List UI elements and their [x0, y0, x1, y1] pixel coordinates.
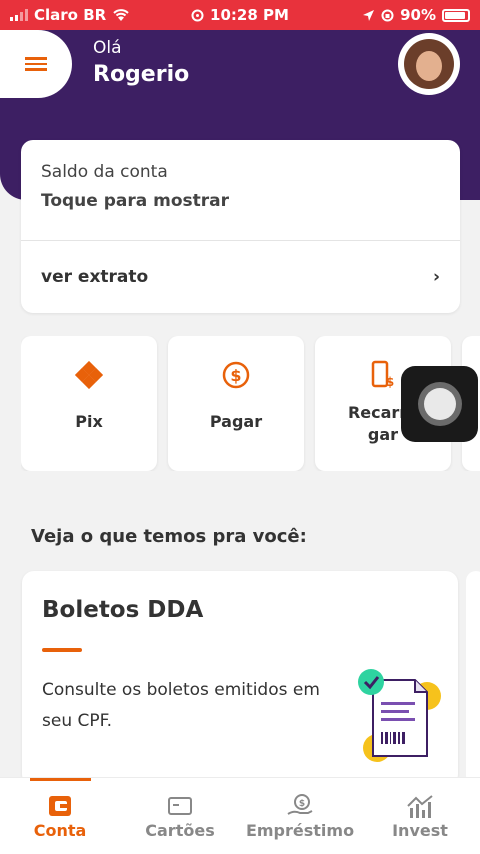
- username: Rogerio: [93, 62, 190, 87]
- show-balance-button[interactable]: Toque para mostrar: [41, 191, 229, 211]
- tab-conta[interactable]: Conta: [10, 778, 110, 854]
- document-check-icon: [358, 669, 441, 762]
- promo-description: Consulte os boletos emitidos em seu CPF.: [42, 680, 320, 731]
- svg-text:$: $: [386, 375, 394, 389]
- pay-label: Pagar: [209, 412, 263, 431]
- carrier-label: Claro BR: [34, 6, 107, 24]
- wifi-icon: [113, 9, 129, 21]
- section-title: Veja o que temos pra você:: [31, 526, 307, 547]
- card-icon: [130, 794, 230, 818]
- menu-button[interactable]: [0, 30, 72, 98]
- dollar-circle-icon: $: [168, 360, 304, 390]
- battery-icon: [442, 8, 470, 22]
- avatar[interactable]: [398, 33, 460, 95]
- location-icon: [363, 9, 375, 21]
- next-promo-card[interactable]: [466, 571, 480, 786]
- balance-label: Saldo da conta: [41, 162, 168, 182]
- greeting: Olá: [93, 38, 122, 58]
- pix-label: Pix: [75, 412, 103, 431]
- promo-card-boletos-dda[interactable]: Boletos DDA Consulte os boletos emitidos…: [22, 571, 458, 786]
- tab-conta-label: Conta: [33, 821, 87, 840]
- wallet-icon: [10, 794, 110, 818]
- statement-link-label: ver extrato: [41, 267, 149, 287]
- battery-percent: 90%: [400, 6, 436, 24]
- chevron-right-icon: ›: [432, 267, 440, 287]
- tab-invest-label: Invest: [392, 821, 448, 840]
- tab-invest[interactable]: Invest: [370, 778, 470, 854]
- loan-icon: $: [240, 794, 360, 818]
- promo-title: Boletos DDA: [42, 597, 204, 623]
- alarm-icon: [191, 9, 204, 21]
- status-bar: Claro BR 10:28 PM 90%: [0, 0, 480, 30]
- svg-text:$: $: [230, 366, 241, 385]
- statement-link[interactable]: ver extrato ›: [21, 241, 460, 313]
- balance-card: Saldo da conta Toque para mostrar ver ex…: [21, 140, 460, 313]
- pay-button[interactable]: $ Pagar: [168, 336, 304, 471]
- svg-text:$: $: [299, 799, 305, 809]
- bottom-tab-bar: Conta Cartões $ Empréstimo Invest: [0, 777, 480, 854]
- clock: 10:28 PM: [210, 6, 289, 24]
- pix-icon: [21, 360, 157, 390]
- tab-emprestimo[interactable]: $ Empréstimo: [240, 778, 360, 854]
- promo-accent-bar: [42, 648, 82, 652]
- tab-cartoes-label: Cartões: [145, 821, 215, 840]
- assistive-touch-button[interactable]: [401, 366, 478, 442]
- signal-icon: [10, 9, 28, 21]
- tab-emprestimo-label: Empréstimo: [245, 821, 355, 840]
- chart-icon: [370, 794, 470, 818]
- tab-cartoes[interactable]: Cartões: [130, 778, 230, 854]
- hamburger-icon: [25, 54, 47, 74]
- lock-rotation-icon: [381, 9, 394, 21]
- pix-button[interactable]: Pix: [21, 336, 157, 471]
- avatar-image: [404, 39, 454, 89]
